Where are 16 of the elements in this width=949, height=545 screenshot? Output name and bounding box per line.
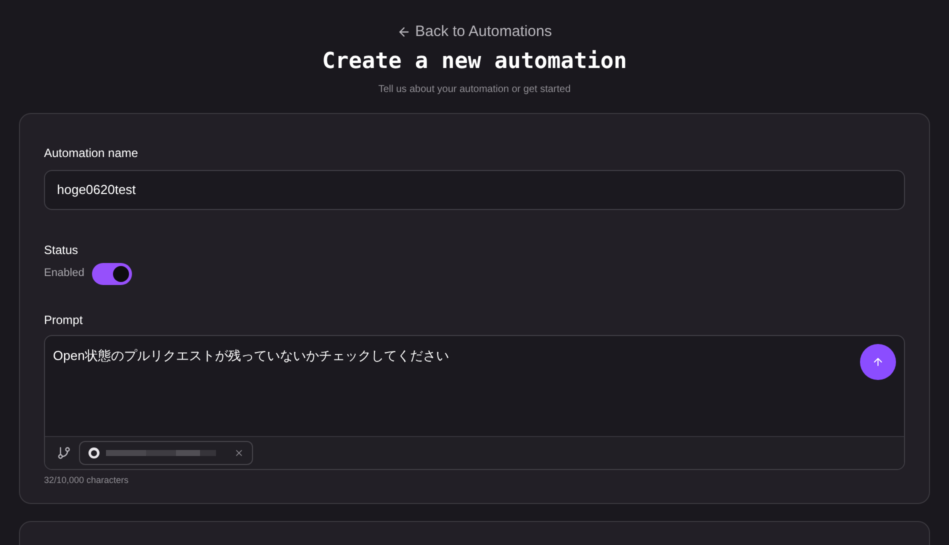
branch-icon[interactable] xyxy=(57,446,71,460)
field-label: Automation name xyxy=(44,144,140,162)
back-link[interactable]: Back to Automations xyxy=(397,21,552,44)
page-title: Create a new automation xyxy=(322,48,627,76)
name-input[interactable]: hoge0620test xyxy=(44,170,905,210)
field-label: Status xyxy=(44,242,80,258)
field-label: Prompt xyxy=(44,312,84,328)
page-subtitle: Tell us about your automation or get started xyxy=(378,82,571,96)
arrow-up-icon xyxy=(872,356,884,368)
toggle-label: Enabled xyxy=(44,266,84,282)
repository-chip[interactable] xyxy=(79,440,253,464)
prompt-input[interactable]: Open状態のプルリクエストが残っていないかチェックしてください xyxy=(53,346,449,365)
character-counter: 32/10,000 characters xyxy=(44,474,130,486)
close-icon[interactable] xyxy=(234,448,244,458)
send-button[interactable] xyxy=(860,344,896,380)
status-toggle[interactable] xyxy=(92,262,132,284)
